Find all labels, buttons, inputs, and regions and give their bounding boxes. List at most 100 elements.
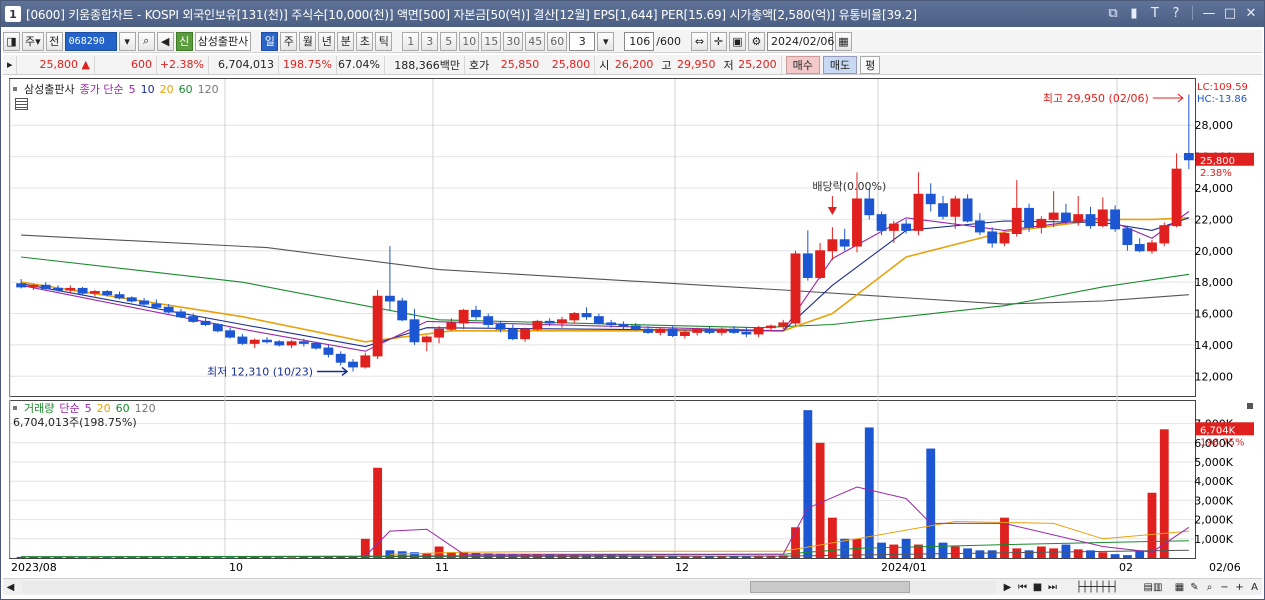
search-icon[interactable]: ⌕ (137, 31, 155, 51)
volume-bar (53, 557, 63, 559)
chart-scrollbar[interactable]: ◀ ▶ ⏮ ■ ⏭ ├┼┼┼┼┼┤ ▤▥ ▦ ✎ ⌕ − + A (3, 578, 1262, 595)
zoom-icon[interactable]: ⇔ (690, 31, 708, 51)
zoom-in-icon[interactable]: + (1232, 580, 1247, 595)
interval-30[interactable]: 30 (503, 31, 524, 51)
balance-button[interactable]: 평 (860, 55, 881, 74)
layout-icon[interactable]: ◨ (3, 31, 20, 51)
legend-ma-title[interactable]: 종가 단순 (80, 81, 124, 97)
candle-body (1159, 225, 1170, 244)
candle-body (520, 328, 531, 340)
chart-type-icon[interactable]: ▤▥ (1134, 580, 1172, 595)
timeframe-week[interactable]: 주 (280, 31, 298, 51)
candle-body (643, 328, 653, 333)
pin-icon[interactable]: ▮ (1127, 5, 1141, 21)
compare-icon[interactable]: ▦ (1172, 580, 1187, 595)
chart-area[interactable]: 28,00026,00024,00022,00020,00018,00016,0… (9, 78, 1259, 578)
low-label: 저 (723, 58, 734, 72)
help-icon[interactable]: ? (1169, 5, 1183, 21)
interval-3[interactable]: 3 (421, 31, 439, 51)
legend-ma10[interactable]: 10 (141, 83, 155, 96)
calendar-icon[interactable]: ▦ (834, 31, 852, 51)
timeframe-day[interactable]: 일 (261, 31, 279, 51)
draw-icon[interactable]: ✎ (1187, 580, 1202, 595)
candle-body (65, 287, 76, 291)
trade-value: 188,366백만 (385, 55, 465, 74)
legend-ma120[interactable]: 120 (198, 83, 219, 96)
window-title: [0600] 키움종합차트 - KOSPI 외국인보유[131(천)] 주식수[… (26, 7, 917, 22)
price-change: 600 (95, 55, 157, 74)
save-icon[interactable]: ▣ (728, 31, 746, 51)
stop-icon[interactable]: ■ (1030, 580, 1045, 595)
zoom-slider-icon[interactable]: ├┼┼┼┼┼┤ (1060, 580, 1134, 595)
timeframe-year[interactable]: 년 (318, 31, 336, 51)
count-input[interactable]: 106 (624, 31, 655, 51)
interval-60[interactable]: 60 (547, 31, 568, 51)
font-size-icon[interactable]: T (1148, 5, 1162, 21)
stock-name: 삼성출판사 (194, 31, 252, 51)
axis-icon[interactable]: A (1247, 580, 1262, 595)
candle-body (532, 320, 543, 330)
vol-legend-ma5[interactable]: 5 (85, 402, 92, 415)
table-icon[interactable] (15, 98, 28, 110)
scroll-thumb[interactable] (750, 581, 910, 593)
candle-body (987, 231, 998, 244)
period-type-select[interactable]: 주 ▾ (22, 31, 44, 51)
close-icon[interactable]: ✕ (1244, 5, 1258, 21)
interval-dropdown-icon[interactable]: ▾ (597, 31, 615, 51)
scroll-right-icon[interactable]: ▶ (1000, 580, 1015, 595)
current-price: 25,800 ▲ (17, 55, 95, 74)
rewind-icon[interactable]: ⏮ (1015, 580, 1030, 595)
vol-legend-ma20[interactable]: 20 (97, 402, 111, 415)
link-icon[interactable]: ⧉ (1106, 5, 1120, 21)
volume-bar (311, 556, 321, 558)
buy-button[interactable]: 매수 (785, 55, 820, 74)
scroll-track[interactable] (22, 581, 996, 593)
interval-10[interactable]: 10 (459, 31, 480, 51)
vol-legend-ma60[interactable]: 60 (116, 402, 130, 415)
zoom-out-icon[interactable]: − (1217, 580, 1232, 595)
timeframe-tick[interactable]: 틱 (375, 31, 393, 51)
timeframe-minute[interactable]: 분 (337, 31, 355, 51)
interval-15[interactable]: 15 (481, 31, 502, 51)
speaker-icon[interactable]: ◀ (156, 31, 174, 51)
count-total: /600 (656, 34, 681, 48)
low-arrow-icon (317, 366, 349, 377)
timeframe-second[interactable]: 초 (356, 31, 374, 51)
date-input[interactable]: 2024/02/06 (766, 31, 834, 51)
volume-tick-label: 1,000K (1194, 533, 1233, 546)
prefix-select[interactable]: 전 (45, 31, 63, 51)
interval-5[interactable]: 5 (440, 31, 458, 51)
candle-body (28, 284, 39, 288)
magnifier-icon[interactable]: ⌕ (1202, 580, 1217, 595)
legend-stock-name[interactable]: 삼성출판사 (24, 81, 75, 97)
stock-code-input[interactable]: 068290 (64, 31, 117, 51)
code-dropdown-icon[interactable]: ▾ (118, 31, 136, 51)
scroll-left-icon[interactable]: ◀ (3, 580, 18, 595)
volume-bar (827, 517, 837, 558)
price-tick-label: 20,000 (1195, 245, 1234, 258)
price-tick-label: 12,000 (1195, 370, 1234, 383)
vol-legend-dot-icon (13, 406, 17, 410)
timeframe-month[interactable]: 월 (299, 31, 317, 51)
interval-45[interactable]: 45 (525, 31, 546, 51)
crosshair-icon[interactable]: ✛ (709, 31, 727, 51)
volume-bar (102, 557, 112, 559)
maximize-icon[interactable]: □ (1223, 5, 1237, 21)
legend-ma60[interactable]: 60 (179, 83, 193, 96)
gear-icon[interactable]: ⚙ (747, 31, 765, 51)
candle-body (716, 328, 727, 333)
legend-ma20[interactable]: 20 (160, 83, 174, 96)
minimize-icon[interactable]: — (1202, 5, 1216, 21)
forward-icon[interactable]: ⏭ (1045, 580, 1060, 595)
candle-body (962, 198, 973, 222)
interval-1[interactable]: 1 (402, 31, 420, 51)
legend-ma5[interactable]: 5 (129, 83, 136, 96)
candle-body (348, 361, 358, 368)
candle-body (1097, 209, 1108, 227)
vol-legend-ma120[interactable]: 120 (135, 402, 156, 415)
volume-value: 6,704,013 (209, 55, 279, 74)
price-legend: 삼성출판사 종가 단순 5 10 20 60 120 (13, 81, 219, 97)
candlestick-chart[interactable]: 28,00026,00024,00022,00020,00018,00016,0… (9, 78, 1259, 578)
sell-button[interactable]: 매도 (822, 55, 858, 74)
interval-input[interactable]: 3 (569, 31, 596, 51)
